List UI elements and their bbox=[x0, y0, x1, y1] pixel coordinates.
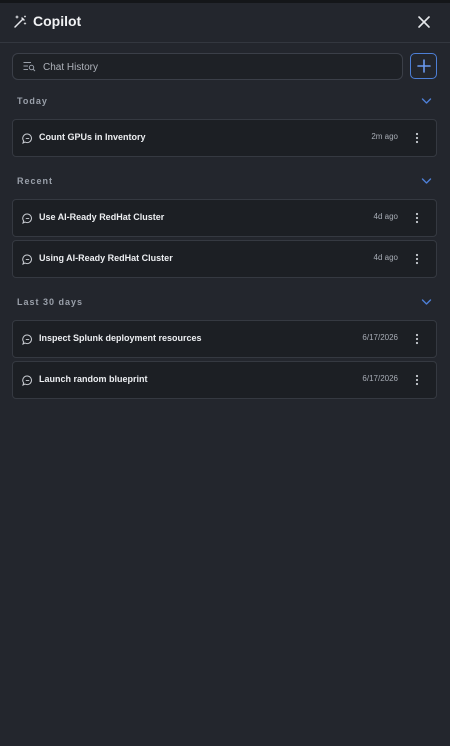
chat-history-item[interactable]: Using AI-Ready RedHat Cluster 4d ago bbox=[12, 240, 437, 278]
chat-timestamp: 6/17/2026 bbox=[362, 333, 398, 342]
section-label-today: Today bbox=[17, 96, 48, 106]
chat-timestamp: 4d ago bbox=[373, 253, 398, 262]
chat-history-item[interactable]: Count GPUs in Inventory 2m ago bbox=[12, 119, 437, 157]
chat-title: Inspect Splunk deployment resources bbox=[39, 333, 202, 343]
magic-wand-icon bbox=[14, 15, 27, 28]
chevron-down-icon[interactable] bbox=[421, 97, 432, 105]
chat-history-search[interactable] bbox=[12, 53, 403, 80]
chevron-down-icon[interactable] bbox=[421, 177, 432, 185]
chevron-down-icon[interactable] bbox=[421, 298, 432, 306]
chat-bubble-icon bbox=[22, 375, 32, 386]
kebab-menu-icon[interactable] bbox=[414, 212, 420, 224]
section-label-recent: Recent bbox=[17, 176, 54, 186]
kebab-menu-icon[interactable] bbox=[414, 253, 420, 265]
panel-title: Copilot bbox=[33, 13, 82, 29]
chat-title: Use AI-Ready RedHat Cluster bbox=[39, 212, 165, 222]
copilot-header: Copilot bbox=[0, 3, 450, 43]
close-icon[interactable] bbox=[416, 14, 432, 30]
section-label-last-30-days: Last 30 days bbox=[17, 297, 84, 307]
chat-bubble-icon bbox=[22, 334, 32, 345]
kebab-menu-icon[interactable] bbox=[414, 132, 420, 144]
search-input[interactable] bbox=[43, 58, 393, 76]
chat-bubble-icon bbox=[22, 254, 32, 265]
new-chat-button[interactable] bbox=[410, 53, 437, 79]
chat-history-item[interactable]: Launch random blueprint 6/17/2026 bbox=[12, 361, 437, 399]
chat-timestamp: 6/17/2026 bbox=[362, 374, 398, 383]
plus-icon bbox=[417, 59, 431, 73]
chat-bubble-icon bbox=[22, 133, 32, 144]
chat-history-item[interactable]: Inspect Splunk deployment resources 6/17… bbox=[12, 320, 437, 358]
chat-history-item[interactable]: Use AI-Ready RedHat Cluster 4d ago bbox=[12, 199, 437, 237]
chat-title: Count GPUs in Inventory bbox=[39, 132, 146, 142]
chat-timestamp: 4d ago bbox=[373, 212, 398, 221]
kebab-menu-icon[interactable] bbox=[414, 333, 420, 345]
chat-title: Launch random blueprint bbox=[39, 374, 148, 384]
chat-title: Using AI-Ready RedHat Cluster bbox=[39, 253, 173, 263]
chat-bubble-icon bbox=[22, 213, 32, 224]
chat-timestamp: 2m ago bbox=[371, 132, 398, 141]
kebab-menu-icon[interactable] bbox=[414, 374, 420, 386]
search-list-icon bbox=[23, 62, 36, 72]
